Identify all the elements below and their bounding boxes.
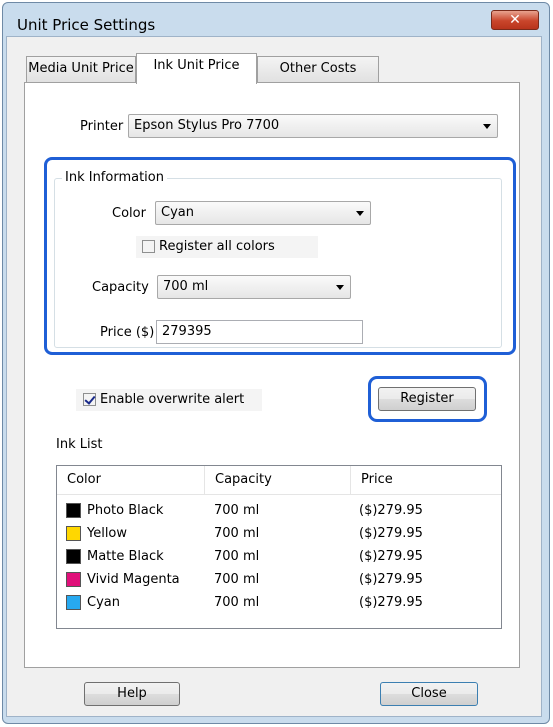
help-button[interactable]: Help	[84, 682, 180, 706]
tab-label: Media Unit Price	[28, 61, 134, 76]
column-header-capacity[interactable]: Capacity	[205, 466, 351, 494]
row-color: Matte Black	[87, 549, 164, 564]
row-capacity: 700 ml	[214, 526, 260, 541]
row-capacity: 700 ml	[214, 549, 260, 564]
row-capacity: 700 ml	[214, 503, 260, 518]
table-row[interactable]: Matte Black 700 ml ($)279.95	[57, 545, 501, 568]
ink-list-label: Ink List	[56, 437, 103, 452]
column-header-label: Color	[67, 472, 101, 487]
enable-overwrite-alert-checkbox[interactable]	[83, 393, 96, 406]
row-price: ($)279.95	[359, 503, 423, 518]
color-swatch	[66, 572, 81, 587]
table-row[interactable]: Vivid Magenta 700 ml ($)279.95	[57, 568, 501, 591]
tab-media-unit-price[interactable]: Media Unit Price	[26, 56, 136, 82]
column-header-price[interactable]: Price	[351, 466, 501, 494]
tab-label: Other Costs	[279, 61, 357, 76]
chevron-down-icon	[483, 124, 491, 129]
ink-list-header: Color Capacity Price	[57, 466, 501, 495]
tab-label: Ink Unit Price	[153, 58, 240, 73]
help-button-label: Help	[117, 686, 147, 701]
tab-ink-unit-price[interactable]: Ink Unit Price	[136, 53, 257, 84]
row-price: ($)279.95	[359, 526, 423, 541]
printer-select-value: Epson Stylus Pro 7700	[134, 118, 280, 133]
printer-label: Printer	[80, 119, 124, 134]
ink-information-highlight	[44, 157, 516, 355]
table-row[interactable]: Yellow 700 ml ($)279.95	[57, 522, 501, 545]
color-swatch	[66, 503, 81, 518]
enable-overwrite-alert-label: Enable overwrite alert	[100, 392, 245, 407]
window-close-button[interactable]: ✕	[491, 10, 539, 30]
row-capacity: 700 ml	[214, 572, 260, 587]
row-color: Cyan	[87, 595, 120, 610]
color-swatch	[66, 526, 81, 541]
tab-other-costs[interactable]: Other Costs	[257, 56, 379, 82]
column-header-label: Capacity	[215, 472, 272, 487]
row-price: ($)279.95	[359, 595, 423, 610]
table-row[interactable]: Cyan 700 ml ($)279.95	[57, 591, 501, 614]
color-swatch	[66, 549, 81, 564]
row-capacity: 700 ml	[214, 595, 260, 610]
close-button[interactable]: Close	[380, 682, 478, 706]
table-row[interactable]: Photo Black 700 ml ($)279.95	[57, 499, 501, 522]
column-header-label: Price	[361, 472, 393, 487]
row-color: Photo Black	[87, 503, 164, 518]
register-highlight	[368, 376, 487, 422]
window-title: Unit Price Settings	[17, 16, 156, 34]
color-swatch	[66, 595, 81, 610]
close-button-label: Close	[411, 686, 447, 701]
row-color: Vivid Magenta	[87, 572, 180, 587]
close-icon: ✕	[509, 12, 521, 28]
column-header-color[interactable]: Color	[57, 466, 205, 494]
row-price: ($)279.95	[359, 572, 423, 587]
ink-list[interactable]: Color Capacity Price Photo Black 700 ml …	[56, 465, 502, 629]
printer-select[interactable]: Epson Stylus Pro 7700	[128, 114, 498, 138]
row-price: ($)279.95	[359, 549, 423, 564]
row-color: Yellow	[87, 526, 128, 541]
